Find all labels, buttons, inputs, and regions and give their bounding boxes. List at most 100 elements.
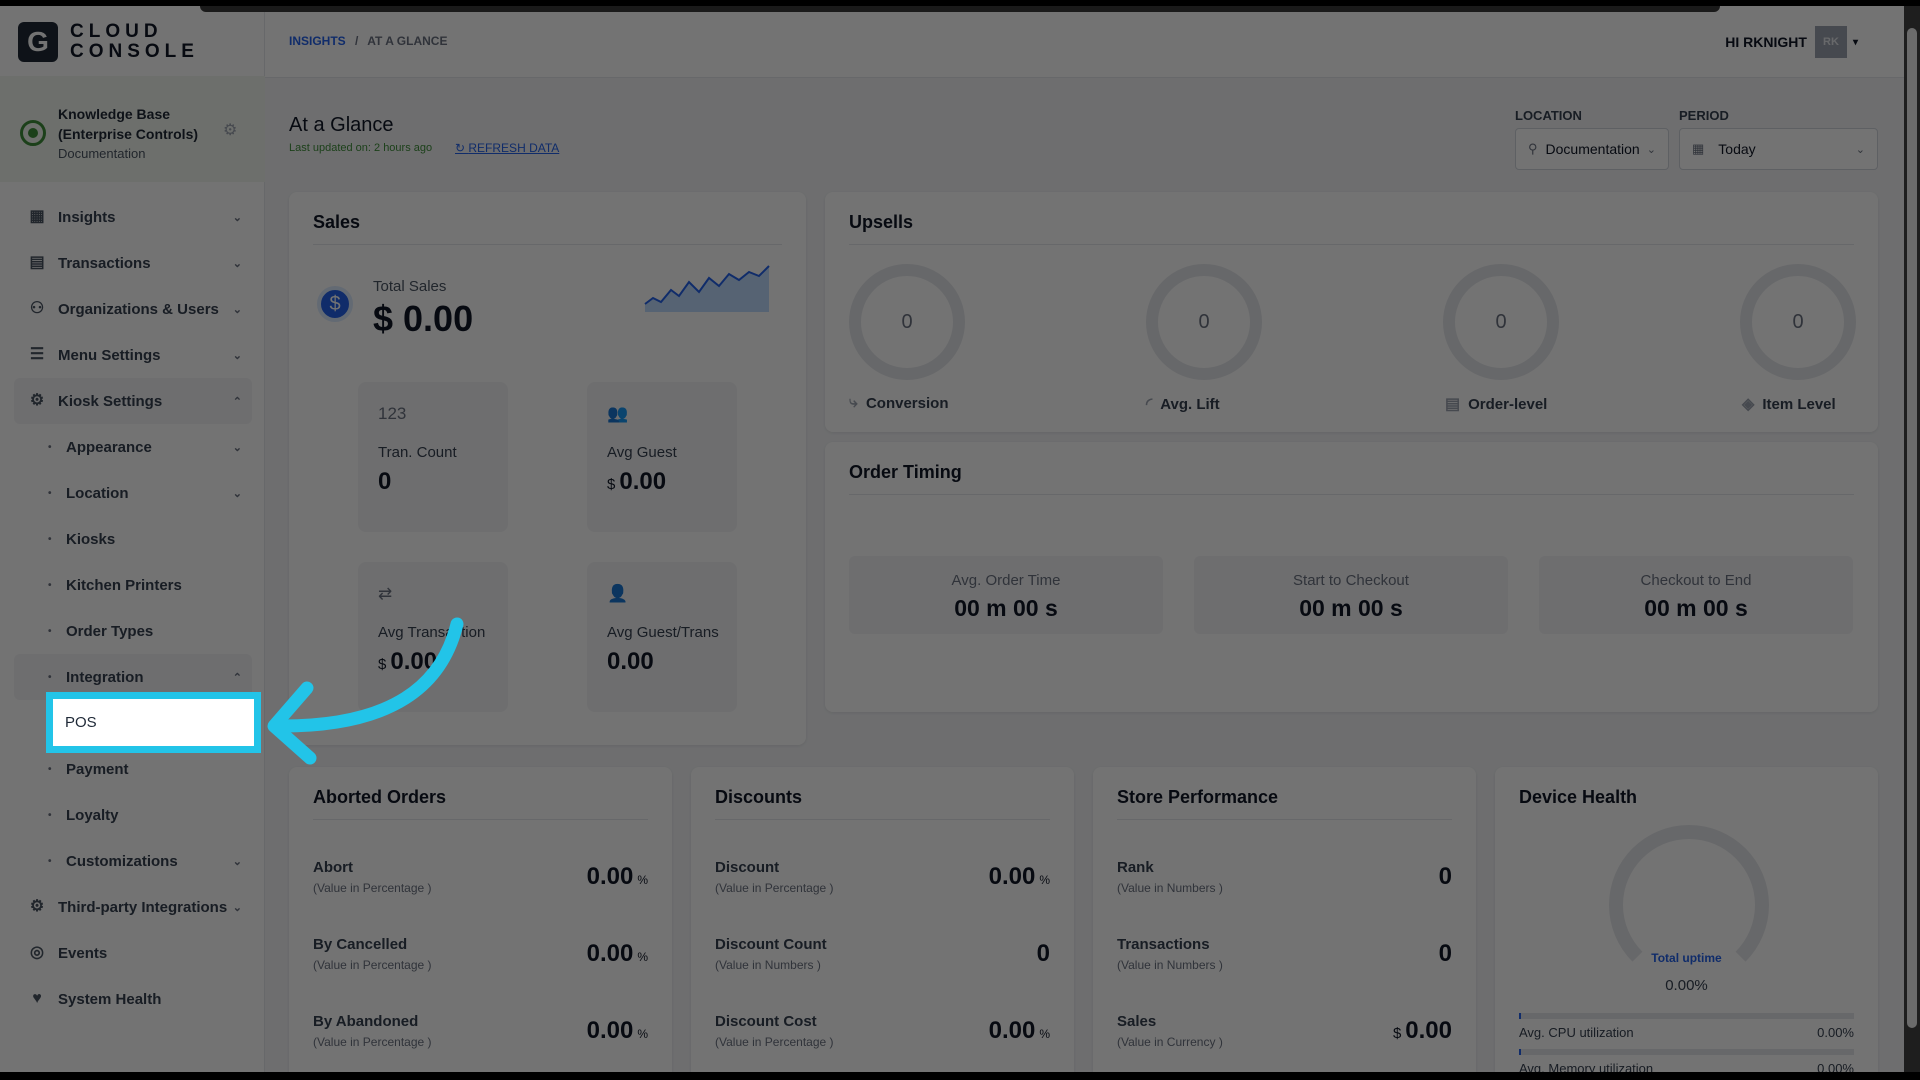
sidebar-nav: ▦ Insights ⌄ ▤ Transactions ⌄ ⚇ Organiza… xyxy=(14,194,252,1022)
sidebar-item-transactions[interactable]: ▤ Transactions ⌄ xyxy=(14,240,252,286)
top-header: INSIGHTS / AT A GLANCE HI RKNIGHT RK ▾ xyxy=(265,6,1904,78)
logo-text: CLOUD CONSOLE xyxy=(70,21,199,62)
order-timing-card: Order Timing Avg. Order Time 00 m 00 s S… xyxy=(825,442,1878,712)
memory-row: Avg. Memory utilization 0.00% xyxy=(1519,1061,1854,1072)
device-health-card: Device Health Total uptime 0.00% Avg. CP… xyxy=(1495,767,1878,1072)
rank-metric: Rank (Value in Numbers ) 0 xyxy=(1117,859,1452,895)
sidebar-item-system-health[interactable]: ♥ System Health xyxy=(14,976,252,1022)
sales-title: Sales xyxy=(313,212,361,232)
cpu-row: Avg. CPU utilization 0.00% xyxy=(1519,1025,1854,1040)
sales-metric: Sales (Value in Currency ) $0.00 xyxy=(1117,1013,1452,1049)
upsells-card: Upsells 0 0 0 0 ⤷ Conversion ◜ Avg. Lift ▤… xyxy=(825,192,1878,432)
breadcrumb-current: AT A GLANCE xyxy=(367,34,448,48)
receipt-icon: ▤ xyxy=(29,254,45,271)
sidebar-item-appearance[interactable]: Appearance ⌄ xyxy=(14,424,252,470)
sidebar-item-kiosk-settings[interactable]: ⚙ Kiosk Settings ⌃ xyxy=(14,378,252,424)
chevron-down-icon: ⌄ xyxy=(232,441,242,454)
abort-metric: Abort (Value in Percentage ) 0.00% xyxy=(313,859,648,895)
chevron-up-icon: ⌃ xyxy=(232,395,242,408)
chevron-down-icon: ⌄ xyxy=(232,257,242,270)
discount-count-metric: Discount Count (Value in Numbers ) 0 xyxy=(715,936,1050,972)
user-list-icon: 👤 xyxy=(607,584,629,603)
order-timing-title: Order Timing xyxy=(849,462,962,482)
workspace-switcher[interactable]: Knowledge Base (Enterprise Controls) Doc… xyxy=(0,76,265,182)
by-abandoned-metric: By Abandoned (Value in Percentage ) 0.00… xyxy=(313,1013,648,1049)
avg-lift-ring: 0 xyxy=(1146,264,1262,380)
user-greeting: HI RKNIGHT xyxy=(1725,34,1807,50)
store-title: Store Performance xyxy=(1117,787,1279,807)
top-strip xyxy=(200,6,1720,12)
breadcrumb: INSIGHTS / AT A GLANCE xyxy=(289,34,448,48)
sidebar-item-customizations[interactable]: Customizations ⌄ xyxy=(14,838,252,884)
scrollbar-thumb[interactable] xyxy=(1907,28,1917,1028)
org-icon: ⚇ xyxy=(29,300,45,317)
scrollbar[interactable] xyxy=(1904,6,1920,1072)
total-sales-label: Total Sales xyxy=(373,278,447,295)
avg-guest-tile: 👥 Avg Guest $0.00 xyxy=(587,382,737,532)
sidebar-item-kiosks[interactable]: Kiosks xyxy=(14,516,252,562)
sidebar-item-kitchen-printers[interactable]: Kitchen Printers xyxy=(14,562,252,608)
chart-icon: ▦ xyxy=(29,208,45,225)
item-level-ring: 0 xyxy=(1740,264,1856,380)
refresh-data-link[interactable]: ↻ REFRESH DATA xyxy=(455,141,559,155)
discounts-title: Discounts xyxy=(715,787,803,807)
location-select[interactable]: ⚲ Documentation ⌄ xyxy=(1515,128,1669,170)
location-label: LOCATION xyxy=(1515,108,1582,123)
sidebar-item-third-party[interactable]: ⚙ Third-party Integrations ⌄ xyxy=(14,884,252,930)
calendar-icon: ▦ xyxy=(1692,141,1705,156)
memory-bar xyxy=(1519,1049,1854,1055)
store-performance-card: Store Performance Rank (Value in Numbers… xyxy=(1093,767,1476,1072)
sales-sparkline xyxy=(644,265,770,312)
upsells-title: Upsells xyxy=(849,212,914,232)
avatar: RK xyxy=(1814,26,1847,58)
conversion-icon: ⤷ xyxy=(849,394,858,411)
breadcrumb-insights[interactable]: INSIGHTS xyxy=(289,34,346,48)
chevron-up-icon: ⌃ xyxy=(232,671,242,684)
sidebar-item-pos[interactable]: POS xyxy=(53,699,254,746)
sidebar-item-insights[interactable]: ▦ Insights ⌄ xyxy=(14,194,252,240)
chevron-down-icon: ⌄ xyxy=(232,855,242,868)
tran-count-tile: 123 Tran. Count 0 xyxy=(358,382,508,532)
gear-icon: ⚙ xyxy=(29,898,45,915)
sidebar-item-menu-settings[interactable]: ☰ Menu Settings ⌄ xyxy=(14,332,252,378)
page-title: At a Glance xyxy=(289,114,394,136)
uptime-label: Total uptime xyxy=(1651,951,1722,965)
box-icon: ◈ xyxy=(1742,396,1755,413)
cpu-bar xyxy=(1519,1013,1854,1019)
period-select[interactable]: ▦ Today ⌄ xyxy=(1679,128,1878,170)
period-label: PERIOD xyxy=(1679,108,1729,123)
sidebar: G CLOUD CONSOLE Knowledge Base (Enterpri… xyxy=(0,6,265,1072)
pin-icon: ⚲ xyxy=(1528,141,1538,156)
discount-cost-metric: Discount Cost (Value in Percentage ) 0.0… xyxy=(715,1013,1050,1049)
transactions-metric: Transactions (Value in Numbers ) 0 xyxy=(1117,936,1452,972)
aborted-orders-card: Aborted Orders Abort (Value in Percentag… xyxy=(289,767,672,1072)
device-title: Device Health xyxy=(1519,787,1638,807)
dollar-icon: $ xyxy=(317,286,353,322)
sidebar-item-events[interactable]: ◎ Events xyxy=(14,930,252,976)
sidebar-item-order-types[interactable]: Order Types xyxy=(14,608,252,654)
sidebar-item-location[interactable]: Location ⌄ xyxy=(14,470,252,516)
start-to-checkout: Start to Checkout 00 m 00 s xyxy=(1194,556,1508,634)
last-updated: Last updated on: 2 hours ago xyxy=(289,142,433,154)
users-icon: 👥 xyxy=(607,404,629,423)
chevron-down-icon: ⌄ xyxy=(1855,143,1865,156)
pos-highlight: POS xyxy=(46,692,261,753)
avg-guest-trans-tile: 👤 Avg Guest/Trans 0.00 xyxy=(587,562,737,712)
aborted-title: Aborted Orders xyxy=(313,787,447,807)
discount-metric: Discount (Value in Percentage ) 0.00% xyxy=(715,859,1050,895)
sidebar-item-organizations[interactable]: ⚇ Organizations & Users ⌄ xyxy=(14,286,252,332)
gear-icon[interactable]: ⚙ xyxy=(223,120,237,140)
caret-down-icon: ▾ xyxy=(1852,36,1858,48)
chevron-down-icon: ⌄ xyxy=(232,901,242,914)
sidebar-item-loyalty[interactable]: Loyalty xyxy=(14,792,252,838)
logo[interactable]: G CLOUD CONSOLE xyxy=(18,22,199,62)
lift-icon: ◜ xyxy=(1146,396,1153,413)
conversion-label: ⤷ Conversion xyxy=(849,394,949,412)
avg-order-time: Avg. Order Time 00 m 00 s xyxy=(849,556,1163,634)
user-menu[interactable]: HI RKNIGHT RK ▾ xyxy=(1725,26,1858,58)
location-target-icon xyxy=(20,120,46,146)
order-level-label: ▤ Order-level xyxy=(1445,395,1548,414)
refresh-icon: ↻ xyxy=(455,141,469,155)
checkout-to-end: Checkout to End 00 m 00 s xyxy=(1539,556,1853,634)
globe-icon: ◎ xyxy=(30,944,44,961)
